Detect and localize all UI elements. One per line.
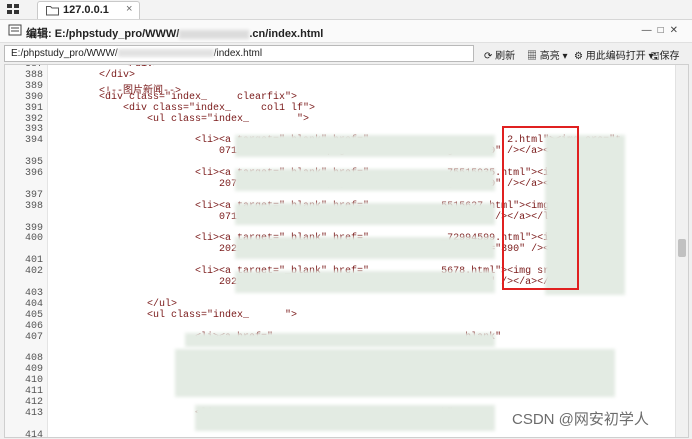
line-number: 411 — [24, 386, 43, 397]
line-number: 401 — [24, 255, 43, 267]
code-line: </div> — [51, 69, 136, 81]
encoding-icon: ⚙ — [574, 51, 586, 62]
redacted-region — [185, 333, 495, 347]
line-number: 397 — [24, 189, 43, 201]
line-number: 396 — [24, 168, 43, 179]
line-number: 410 — [24, 375, 43, 387]
redacted-region — [235, 271, 495, 293]
tab-localhost[interactable]: 127.0.0.1 × — [37, 1, 140, 19]
open-with-encoding-button[interactable]: ⚙ 用此编码打开 ▾ — [574, 47, 654, 62]
path-suffix: /index.html — [213, 48, 263, 59]
line-number: 391 — [24, 102, 43, 114]
code-line: </ul> — [51, 298, 178, 310]
refresh-button[interactable]: ⟳ 刷新 — [484, 47, 515, 62]
window-title: 编辑: E:/phpstudy_pro/WWW/ .cn/index.html — [26, 25, 323, 41]
redacted-region — [175, 349, 615, 397]
save-label: 保存 — [659, 51, 680, 62]
line-number: 392 — [24, 113, 43, 125]
window-title-prefix: 编辑: E:/phpstudy_pro/WWW/ — [26, 28, 180, 40]
line-number: 402 — [24, 266, 43, 278]
line-number: 404 — [24, 298, 43, 310]
minimize-button[interactable]: — — [642, 25, 658, 36]
code-line: <ul class="index_ "> — [51, 309, 298, 321]
window-title-suffix: .cn/index.html — [249, 28, 324, 40]
line-number: 406 — [24, 320, 43, 332]
chevron-down-icon: ▾ — [559, 51, 568, 62]
refresh-icon: ⟳ — [484, 51, 496, 62]
refresh-label: 刷新 — [495, 51, 516, 62]
vertical-scrollbar[interactable] — [675, 65, 688, 437]
line-number: 405 — [24, 309, 43, 321]
line-number: 394 — [24, 135, 43, 147]
editor-title-bar: 编辑: E:/phpstudy_pro/WWW/ .cn/index.html —… — [0, 20, 692, 43]
toolbar: E:/phpstudy_pro/WWW/ /index.html ⟳ 刷新 ▦ 高… — [0, 43, 692, 63]
line-number: 409 — [24, 364, 43, 376]
line-number: 395 — [24, 157, 43, 169]
line-number: 412 — [24, 396, 43, 408]
maximize-button[interactable]: □ — [658, 25, 670, 36]
file-path-field[interactable]: E:/phpstudy_pro/WWW/ /index.html — [4, 45, 474, 62]
redacted-region — [235, 135, 495, 157]
highlight-label: 高亮 — [539, 51, 560, 62]
redacted-region — [195, 405, 495, 431]
scrollbar-thumb[interactable] — [678, 239, 686, 257]
redacted-region — [235, 203, 495, 225]
path-prefix: E:/phpstudy_pro/WWW/ — [11, 48, 118, 59]
line-number-gutter: 387 388 389 390 391 392 393 394 395 396 397 398 399 4… — [5, 65, 48, 437]
code-line: <div class="index_ clearfix"> — [51, 91, 298, 103]
code-editor[interactable]: 387 388 389 390 391 392 393 394 395 396 397 398 399 4… — [4, 64, 689, 438]
line-number: 408 — [24, 353, 43, 365]
open-with-label: 用此编码打开 — [585, 51, 646, 62]
tab-bar: 127.0.0.1 × — [0, 0, 692, 20]
line-number: 399 — [24, 222, 43, 234]
grid-menu-icon[interactable] — [6, 3, 20, 16]
line-number: 393 — [24, 124, 43, 136]
close-tab-icon[interactable]: × — [126, 3, 132, 15]
close-window-button[interactable]: ✕ — [670, 25, 684, 36]
line-number: 400 — [24, 233, 43, 245]
redacted-region — [235, 237, 495, 259]
watermark: CSDN @网安初学人 — [512, 411, 649, 428]
line-number: 390 — [24, 91, 43, 103]
code-line: <ul class="index_ "> — [51, 113, 310, 125]
line-number: 389 — [24, 80, 43, 92]
redacted-region — [235, 169, 495, 191]
line-number: 398 — [24, 200, 43, 212]
line-number: 403 — [24, 287, 43, 299]
folder-icon — [46, 5, 59, 19]
tab-title: 127.0.0.1 — [63, 4, 109, 16]
window-controls: —□✕ — [642, 25, 684, 36]
highlight-button[interactable]: ▦ 高亮 ▾ — [527, 47, 568, 62]
line-number: 388 — [24, 69, 43, 81]
highlight-icon: ▦ — [527, 51, 540, 62]
document-icon — [8, 24, 22, 39]
code-line: <div class="index_ col1 lf"> — [51, 102, 316, 114]
line-number: 414 — [24, 429, 43, 438]
highlight-annotation-box — [502, 126, 579, 290]
save-icon: 🖫 — [651, 51, 660, 62]
line-number: 413 — [24, 407, 43, 419]
line-number: 407 — [24, 331, 43, 343]
